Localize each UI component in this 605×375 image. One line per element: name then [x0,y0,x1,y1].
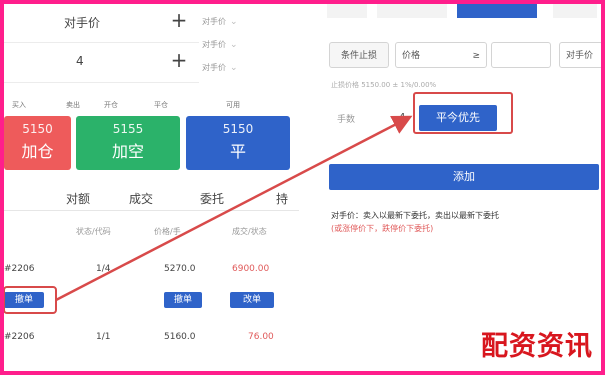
right-condition-panel: 条件止损 价格 ≥ 对手价 止损价格 5150.00 ± 1%/0.00% 手数… [327,4,601,371]
quantity-row[interactable]: 4 + [4,44,199,83]
side-option-label: 对手价 [202,63,226,72]
tab-orders[interactable]: 委托 [200,190,224,207]
caption: 可用 [226,101,240,109]
quantity-label: 手数 [337,115,356,125]
highlight-box [413,92,513,134]
table-row[interactable]: #2206 1/4 5270.0 6900.00 [4,260,299,280]
watermark: 配资资讯 [481,331,593,362]
order-price: 5270.0 [164,264,196,274]
left-trade-panel: 对手价 + 4 + 对手价 ⌄ 对手价 ⌄ 对手价 ⌄ 买入 卖出 开仓 平仓 可用 … [4,4,299,371]
trigger-price-label: 价格 [402,51,421,61]
sell-open-button[interactable]: 5155 加空 [76,116,180,170]
caption: 卖出 [66,101,80,109]
order-qty: 1/1 [96,332,111,342]
tab-filled[interactable]: 成交 [129,190,153,207]
note-line: 对手价：卖入以最新下委托，卖出以最新下委托 [331,211,499,220]
trigger-price-input[interactable]: 价格 ≥ [395,42,487,68]
top-chip[interactable] [553,4,597,18]
row-action-button-highlighted[interactable]: 撤单 [4,292,44,308]
condition-row: 条件止损 价格 ≥ 对手价 [327,40,601,70]
table-row[interactable]: #2206 1/1 5160.0 76.00 [4,328,299,348]
order-amount: 6900.00 [232,264,270,274]
order-amount: 76.00 [248,332,274,342]
order-code: #2206 [4,332,35,342]
column-header: 成交/状态 [232,227,267,236]
caption: 平仓 [154,101,168,109]
order-tabs: 对额 成交 委托 持 [4,182,299,211]
stop-price-hint: 止损价格 5150.00 ± 1%/0.00% [331,81,437,89]
add-button[interactable]: 添加 [329,164,599,190]
close-position-button[interactable]: 5150 平 [186,116,290,170]
column-header: 价格/手 [154,227,181,236]
tab-amount[interactable]: 对额 [66,190,90,207]
close-price: 5150 [222,122,254,136]
caption: 买入 [12,101,26,109]
buy-open-button[interactable]: 5150 加仓 [4,116,71,170]
button-caption-row: 买入 卖出 开仓 平仓 可用 [4,98,299,112]
quantity-value: 4 [76,54,84,68]
comparison-symbol: ≥ [472,51,480,61]
side-option[interactable]: 对手价 ⌄ [202,33,297,56]
sell-label: 加空 [111,142,144,161]
cancel-order-button[interactable]: 撤单 [164,292,202,308]
price-type-select[interactable]: 对手价 [559,42,601,68]
condition-value-input[interactable] [491,42,551,68]
price-type-label: 对手价 [566,51,594,61]
side-option-label: 对手价 [202,40,226,49]
counterparty-price-row[interactable]: 对手价 + [4,4,199,43]
screenshot-frame: 对手价 + 4 + 对手价 ⌄ 对手价 ⌄ 对手价 ⌄ 买入 卖出 开仓 平仓 可用 … [4,4,601,371]
top-chip[interactable] [327,4,367,18]
chevron-down-icon: ⌄ [230,62,238,73]
side-option[interactable]: 对手价 ⌄ [202,10,297,33]
table-header: 状态/代码 价格/手 成交/状态 [4,224,299,240]
order-price: 5160.0 [164,332,196,342]
side-options: 对手价 ⌄ 对手价 ⌄ 对手价 ⌄ [202,10,297,79]
side-option[interactable]: 对手价 ⌄ [202,56,297,79]
close-label: 平 [229,142,246,161]
top-chip[interactable] [377,4,447,18]
plus-icon[interactable]: + [167,48,191,72]
order-code: #2206 [4,264,35,274]
buy-label: 加仓 [21,142,54,161]
side-option-label: 对手价 [202,17,226,26]
chevron-down-icon: ⌄ [230,39,238,50]
chevron-down-icon: ⌄ [230,16,238,27]
quantity-value[interactable]: 4 [399,112,405,123]
column-header: 状态/代码 [76,227,111,236]
counterparty-price-label: 对手价 [64,16,101,30]
sell-price: 5155 [112,122,144,136]
plus-icon[interactable]: + [167,8,191,32]
note-line-red: (或涨停价下，跌停价下委托) [331,224,434,233]
order-qty: 1/4 [96,264,111,274]
top-chip-active[interactable] [457,4,537,18]
tab-positions[interactable]: 持 [276,190,288,207]
condition-type-select[interactable]: 条件止损 [329,42,389,68]
buy-price: 5150 [22,122,53,136]
modify-order-button[interactable]: 改单 [230,292,274,308]
caption: 开仓 [104,101,118,109]
counterparty-price-note: 对手价：卖入以最新下委托，卖出以最新下委托 (或涨停价下，跌停价下委托) [331,209,599,235]
